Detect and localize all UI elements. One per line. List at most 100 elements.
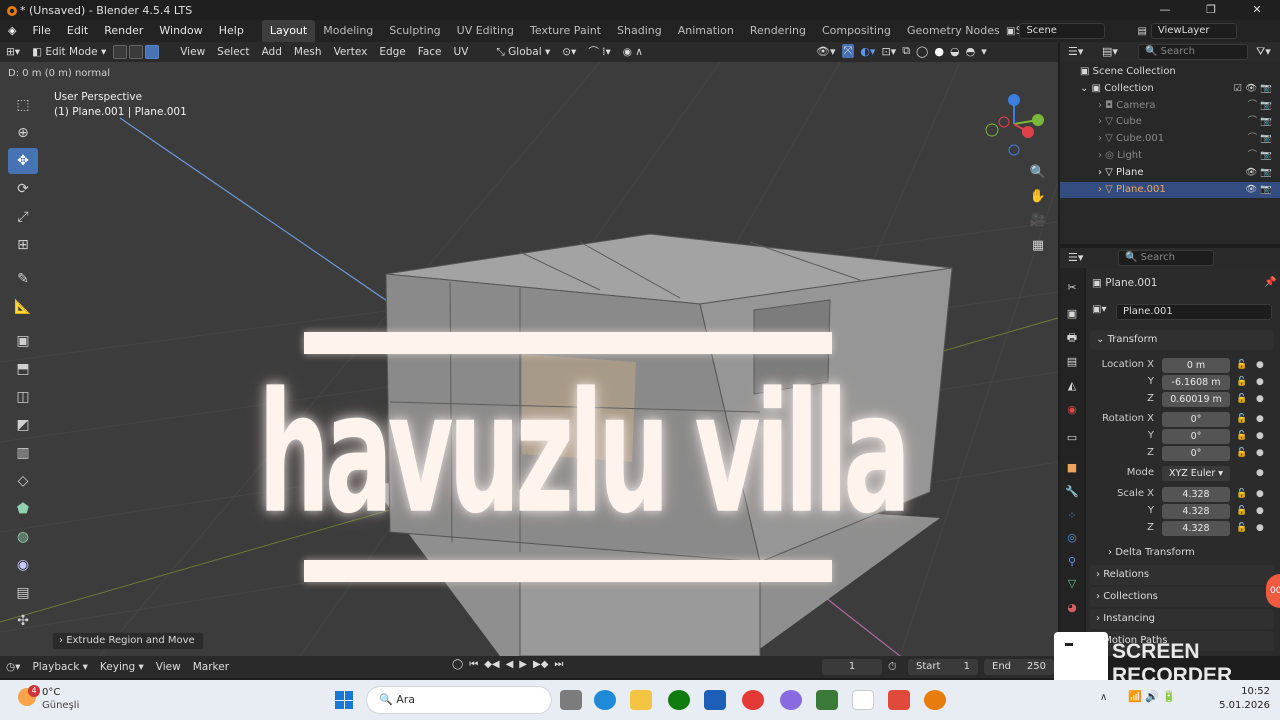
knife-icon[interactable]: ◇ [8,468,38,494]
tab-sculpting[interactable]: Sculpting [381,20,448,42]
clock-time[interactable]: 10:52 [1230,686,1270,697]
pivot-point-icon[interactable]: ⊙▾ [556,42,582,62]
menu-timeline-view[interactable]: View [150,657,187,677]
proportional-edit-icon[interactable]: ◉ ∧ [617,42,649,62]
copilot-icon[interactable] [780,690,802,710]
tab-shading[interactable]: Shading [609,20,670,42]
collection-tab-icon[interactable]: ▭ [1064,430,1080,446]
menu-uv[interactable]: UV [448,42,475,62]
start-frame-field[interactable]: Start 1 [908,659,978,675]
bevel-icon[interactable]: ◩ [8,412,38,438]
outliner-item-cube-001[interactable]: › ▽ Cube.001 ⌒ 📷 [1060,131,1280,148]
object-name-field[interactable]: Plane.001 [1116,304,1272,320]
object-datablock-icon[interactable]: ▣▾ [1092,304,1106,315]
menu-file[interactable]: File [24,20,58,42]
lock-icon[interactable]: 🔓 [1236,414,1247,424]
viewlayer-selector[interactable]: ViewLayer [1150,23,1237,39]
snap-icon[interactable]: ⌒ ⁞▾ [582,42,616,62]
tab-texture-paint[interactable]: Texture Paint [522,20,609,42]
timeline-editor-icon[interactable]: ◷▾ [0,657,26,677]
tab-animation[interactable]: Animation [670,20,742,42]
tab-compositing[interactable]: Compositing [814,20,899,42]
poly-build-icon[interactable]: ⬟ [8,496,38,522]
tray-network-icon[interactable]: 📶 🔊 🔋 [1128,690,1176,703]
scale-x-field[interactable]: 4.328 [1162,487,1230,502]
keyframe-dot-icon[interactable]: ● [1256,394,1264,404]
viewlayer-icon[interactable]: ▤ [1137,26,1146,37]
edge-slide-icon[interactable]: ▤ [8,580,38,606]
object-tab-icon[interactable]: ■ [1064,460,1080,476]
overlay-toggle-icon[interactable]: ◐▾ [860,45,875,58]
delta-transform-subpanel[interactable]: › Delta Transform [1108,547,1195,558]
tool-tab-icon[interactable]: ✂ [1064,280,1080,296]
menu-marker[interactable]: Marker [187,657,235,677]
edge-browser-icon[interactable] [594,690,616,710]
particles-tab-icon[interactable]: ⁘ [1064,508,1080,524]
outliner-item-plane-001[interactable]: › ▽ Plane.001 👁 📷 [1060,181,1280,199]
annotate-icon[interactable]: ✎ [8,266,38,292]
transform-orientation-dropdown[interactable]: ⤡ Global ▾ [490,42,556,62]
tab-layout[interactable]: Layout [261,20,316,42]
shading-wireframe-icon[interactable]: ◯ [916,45,928,58]
vectorizer-app-icon[interactable] [816,690,838,710]
scene-selector[interactable]: Scene [1019,23,1106,39]
menu-view[interactable]: View [174,42,211,62]
blender-menu-icon[interactable]: ◈ [0,20,24,42]
keyframe-dot-icon[interactable]: ● [1256,523,1264,533]
mesh-overlay-icon[interactable]: ⊡▾ [881,45,896,58]
data-tab-icon[interactable]: ▽ [1064,576,1080,592]
keyframe-dot-icon[interactable]: ● [1256,377,1264,387]
menu-mesh[interactable]: Mesh [288,42,328,62]
transform-icon[interactable]: ⊞ [8,232,38,258]
outliner-item-cube[interactable]: › ▽ Cube ⌒ 📷 [1060,114,1280,131]
scale-z-field[interactable]: 4.328 [1162,521,1230,536]
mode-selector[interactable]: ◧ Edit Mode ▾ [26,42,112,62]
outliner-scene-collection[interactable]: ▣ Scene Collection [1060,64,1280,81]
keyframe-dot-icon[interactable]: ● [1256,360,1264,370]
keyframe-dot-icon[interactable]: ● [1256,431,1264,441]
scale-y-field[interactable]: 4.328 [1162,504,1230,519]
outliner-item-plane[interactable]: › ▽ Plane 👁 📷 [1060,165,1280,182]
navigation-gizmo[interactable] [982,92,1046,156]
extrude-icon[interactable]: ⬒ [8,356,38,382]
weather-temp[interactable]: 0°C [42,687,60,698]
close-button[interactable]: ✕ [1234,0,1280,20]
relations-panel-header[interactable]: › Relations [1090,565,1274,585]
scene-tab-icon[interactable]: ◭ [1064,378,1080,394]
auto-key-icon[interactable]: ◯ [452,659,463,670]
scale-icon[interactable]: ⤢ [8,204,38,230]
menu-window[interactable]: Window [151,20,210,42]
lock-icon[interactable]: 🔓 [1236,431,1247,441]
lock-icon[interactable]: 🔓 [1236,523,1247,533]
rotation-mode-dropdown[interactable]: XYZ Euler ▾ [1162,466,1230,481]
pan-hand-icon[interactable]: ✋ [1026,184,1050,208]
smooth-icon[interactable]: ◉ [8,552,38,578]
outliner-item-camera[interactable]: › ◘ Camera ⌒ 📷 [1060,98,1280,115]
physics-tab-icon[interactable]: ◎ [1064,530,1080,546]
vertex-select-icon[interactable] [113,45,128,59]
inset-icon[interactable]: ◫ [8,384,38,410]
menu-select[interactable]: Select [211,42,255,62]
menu-playback[interactable]: Playback ▾ [26,657,93,677]
rotation-y-field[interactable]: 0° [1162,429,1230,444]
ortho-grid-icon[interactable]: ▦ [1026,233,1050,257]
outliner-editor-icon[interactable]: ☰▾ [1068,45,1083,58]
xray-icon[interactable]: ⧉ [902,44,910,58]
menu-face[interactable]: Face [412,42,448,62]
keyframe-dot-icon[interactable]: ● [1256,448,1264,458]
minimize-button[interactable]: — [1142,0,1188,20]
keyframe-dot-icon[interactable]: ● [1256,506,1264,516]
shading-material-icon[interactable]: ◒ [950,45,960,58]
start-windows-icon[interactable] [335,691,353,709]
play-icon[interactable]: ▶ [519,659,527,670]
tray-overflow-icon[interactable]: ∧ [1100,692,1107,703]
prev-keyframe-icon[interactable]: ◆◀ [484,659,499,670]
outliner-item-light[interactable]: › ◎ Light ⌒ 📷 [1060,148,1280,165]
lock-icon[interactable]: 🔓 [1236,506,1247,516]
pin-icon[interactable]: 📌 [1264,277,1276,288]
zoom-icon[interactable]: 🔍 [1026,160,1050,184]
camera-view-icon[interactable]: 🎥 [1026,208,1050,232]
output-tab-icon[interactable]: 🖶 [1064,330,1080,346]
media-app-icon[interactable] [742,690,764,710]
menu-help[interactable]: Help [211,20,252,42]
